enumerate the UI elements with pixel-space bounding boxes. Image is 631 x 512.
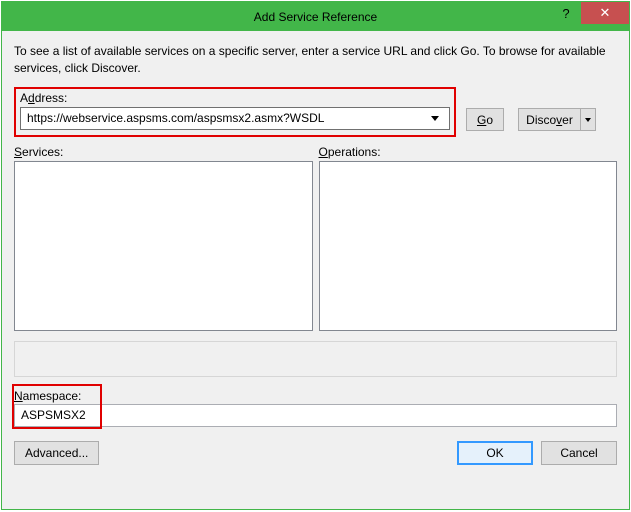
close-button[interactable]: ✕ <box>581 2 629 24</box>
footer-row: Advanced... OK Cancel <box>14 441 617 465</box>
address-value: https://webservice.aspsms.com/aspsmsx2.a… <box>27 111 427 125</box>
namespace-label: Namespace: <box>14 389 617 403</box>
address-row: Address: https://webservice.aspsms.com/a… <box>14 87 617 137</box>
advanced-button[interactable]: Advanced... <box>14 441 99 465</box>
namespace-group: Namespace: <box>14 389 617 427</box>
address-highlight: Address: https://webservice.aspsms.com/a… <box>14 87 456 137</box>
status-panel <box>14 341 617 377</box>
address-combobox[interactable]: https://webservice.aspsms.com/aspsmsx2.a… <box>20 107 450 130</box>
services-column: Services: <box>14 145 313 331</box>
dialog-body: To see a list of available services on a… <box>2 31 629 509</box>
discover-split-button: Discover <box>518 108 596 131</box>
operations-listbox[interactable] <box>319 161 618 331</box>
services-listbox[interactable] <box>14 161 313 331</box>
help-button[interactable]: ? <box>551 2 581 24</box>
window-controls: ? ✕ <box>551 2 629 24</box>
chevron-down-icon[interactable] <box>427 111 443 125</box>
help-icon: ? <box>562 6 569 21</box>
instruction-text: To see a list of available services on a… <box>14 43 617 77</box>
namespace-input[interactable] <box>14 404 617 427</box>
discover-button[interactable]: Discover <box>518 108 580 131</box>
cancel-button[interactable]: Cancel <box>541 441 617 465</box>
operations-label: Operations: <box>319 145 618 159</box>
go-button[interactable]: Go <box>466 108 504 131</box>
titlebar[interactable]: Add Service Reference ? ✕ <box>2 2 629 31</box>
discover-dropdown-button[interactable] <box>580 108 596 131</box>
namespace-row <box>14 404 617 427</box>
address-label: Address: <box>20 91 450 105</box>
services-label: Services: <box>14 145 313 159</box>
chevron-down-icon <box>585 118 591 122</box>
lists-row: Services: Operations: <box>14 145 617 331</box>
close-icon: ✕ <box>600 5 611 21</box>
ok-button[interactable]: OK <box>457 441 533 465</box>
window-title: Add Service Reference <box>2 10 629 24</box>
dialog-window: Add Service Reference ? ✕ To see a list … <box>1 1 630 510</box>
operations-column: Operations: <box>319 145 618 331</box>
